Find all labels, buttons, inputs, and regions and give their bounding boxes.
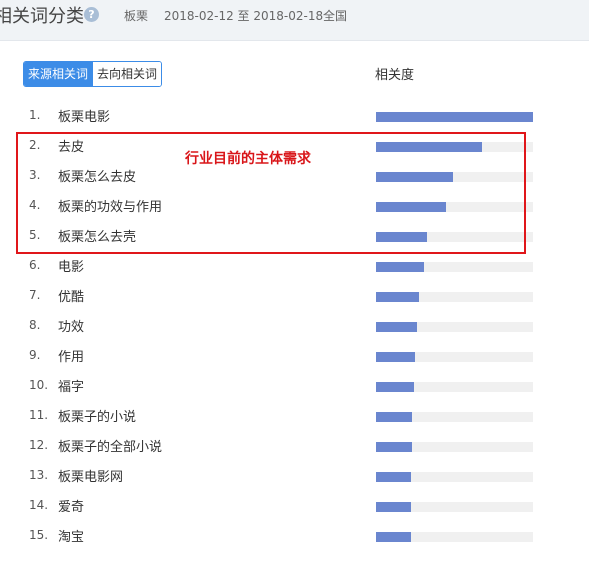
relevance-bar: [376, 502, 411, 512]
date-range[interactable]: 2018-02-12 至 2018-02-18: [164, 7, 323, 24]
rank-number: 14.: [29, 498, 49, 512]
rank-number: 11.: [29, 408, 49, 422]
relevance-bar-track: [376, 112, 533, 122]
related-word[interactable]: 板栗的功效与作用: [58, 196, 162, 215]
rank-number: 13.: [29, 468, 49, 482]
related-word[interactable]: 板栗怎么去皮: [58, 166, 136, 185]
rank-number: 6.: [29, 258, 41, 272]
related-word[interactable]: 板栗电影: [58, 106, 110, 125]
relevance-bar: [376, 532, 411, 542]
relevance-bar: [376, 142, 482, 152]
relevance-bar-track: [376, 532, 533, 542]
list-item[interactable]: 4. 板栗的功效与作用: [0, 192, 589, 222]
tab-group: 来源相关词 去向相关词: [23, 61, 163, 87]
related-word[interactable]: 功效: [58, 316, 84, 335]
page-title: 相关词分类: [0, 6, 84, 27]
related-word[interactable]: 电影: [58, 256, 84, 275]
help-icon[interactable]: ?: [84, 7, 99, 22]
relevance-bar-track: [376, 352, 533, 362]
relevance-bar: [376, 112, 533, 122]
tab-source-words[interactable]: 来源相关词: [24, 62, 93, 86]
relevance-bar-track: [376, 262, 533, 272]
region-label[interactable]: 全国: [323, 7, 347, 24]
relevance-bar: [376, 442, 412, 452]
list-item[interactable]: 13. 板栗电影网: [0, 462, 589, 492]
annotation-text: 行业目前的主体需求: [185, 151, 311, 167]
relevance-bar-track: [376, 382, 533, 392]
rank-number: 4.: [29, 198, 41, 212]
rank-number: 15.: [29, 528, 49, 542]
relevance-bar-track: [376, 472, 533, 482]
relevance-bar: [376, 352, 415, 362]
relevance-bar: [376, 322, 417, 332]
relevance-bar: [376, 202, 446, 212]
relevance-bar-track: [376, 442, 533, 452]
related-word[interactable]: 优酷: [58, 286, 84, 305]
rank-number: 2.: [29, 138, 41, 152]
rank-number: 5.: [29, 228, 41, 242]
rank-number: 12.: [29, 438, 49, 452]
keyword-label: 板栗: [124, 9, 149, 23]
list-item[interactable]: 11. 板栗子的小说: [0, 402, 589, 432]
relevance-bar: [376, 472, 411, 482]
rank-number: 10.: [29, 378, 49, 392]
relevance-bar: [376, 382, 414, 392]
list-item[interactable]: 14. 爱奇: [0, 492, 589, 522]
rank-number: 1.: [29, 108, 41, 122]
relevance-bar-track: [376, 202, 533, 212]
relevance-bar-track: [376, 502, 533, 512]
relevance-bar-track: [376, 412, 533, 422]
rank-number: 9.: [29, 348, 41, 362]
relevance-column-header: 相关度: [375, 68, 415, 83]
list-item[interactable]: 12. 板栗子的全部小说: [0, 432, 589, 462]
list-item[interactable]: 15. 淘宝: [0, 522, 589, 552]
relevance-bar-track: [376, 142, 533, 152]
relevance-bar-track: [376, 232, 533, 242]
header-bar: 相关词分类 ? 板栗 2018-02-12 至 2018-02-18 全国: [0, 0, 589, 41]
related-word[interactable]: 板栗怎么去壳: [58, 226, 136, 245]
tab-target-words[interactable]: 去向相关词: [92, 62, 162, 86]
related-word[interactable]: 板栗子的小说: [58, 406, 136, 425]
rank-number: 8.: [29, 318, 41, 332]
related-word[interactable]: 去皮: [58, 136, 84, 155]
list-item[interactable]: 9. 作用: [0, 342, 589, 372]
relevance-bar: [376, 292, 419, 302]
rank-number: 3.: [29, 168, 41, 182]
relevance-bar-track: [376, 292, 533, 302]
relevance-bar-track: [376, 172, 533, 182]
related-word[interactable]: 板栗子的全部小说: [58, 436, 162, 455]
related-word[interactable]: 作用: [58, 346, 84, 365]
list-item[interactable]: 5. 板栗怎么去壳: [0, 222, 589, 252]
rank-number: 7.: [29, 288, 41, 302]
list-item[interactable]: 6. 电影: [0, 252, 589, 282]
relevance-bar: [376, 412, 412, 422]
relevance-bar-track: [376, 322, 533, 332]
related-word[interactable]: 福字: [58, 376, 84, 395]
relevance-bar: [376, 232, 427, 242]
related-word[interactable]: 爱奇: [58, 496, 84, 515]
relevance-bar: [376, 172, 453, 182]
related-word[interactable]: 板栗电影网: [58, 466, 123, 485]
list-item[interactable]: 7. 优酷: [0, 282, 589, 312]
related-word[interactable]: 淘宝: [58, 526, 84, 545]
relevance-bar: [376, 262, 424, 272]
list-item[interactable]: 1. 板栗电影: [0, 102, 589, 132]
list-item[interactable]: 10. 福字: [0, 372, 589, 402]
list-item[interactable]: 8. 功效: [0, 312, 589, 342]
